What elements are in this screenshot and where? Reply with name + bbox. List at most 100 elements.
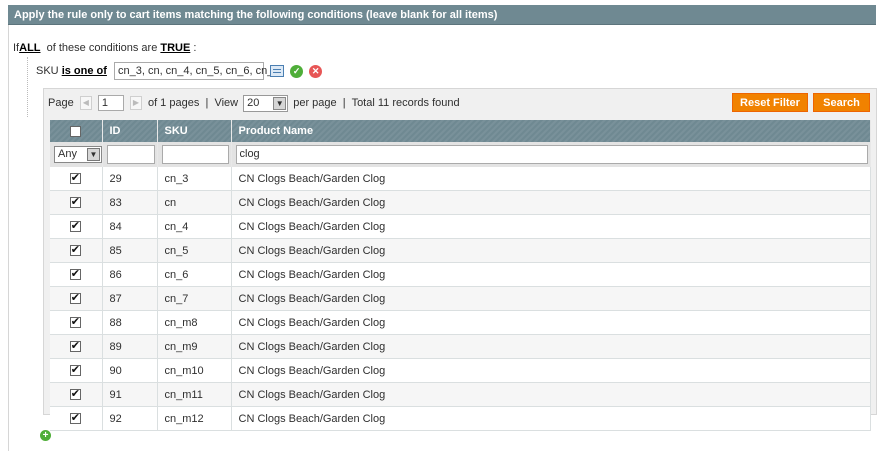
cell-sku: cn_m8 (157, 310, 232, 335)
per-page-select[interactable]: 20 ▼ (243, 94, 289, 112)
reset-filter-button[interactable]: Reset Filter (732, 93, 808, 112)
page-number-input[interactable]: 1 (97, 95, 124, 112)
row-checkbox[interactable] (69, 219, 81, 233)
cell-id: 90 (102, 358, 158, 383)
pager-separator-2: | (342, 97, 346, 109)
row-select-cell (50, 310, 103, 335)
search-button[interactable]: Search (813, 93, 870, 112)
cell-id: 89 (102, 334, 158, 359)
select-all-checkbox[interactable] (69, 125, 81, 137)
cell-product-name: CN Clogs Beach/Garden Clog (231, 334, 871, 359)
row-checkbox[interactable] (69, 243, 81, 257)
row-checkbox[interactable] (69, 411, 81, 425)
row-checkbox[interactable] (69, 267, 81, 281)
remove-icon[interactable]: ✕ (309, 64, 323, 78)
row-checkbox[interactable] (69, 363, 81, 377)
table-row[interactable]: 92cn_m12CN Clogs Beach/Garden Clog (50, 406, 871, 431)
row-select-cell (50, 190, 103, 215)
filter-row: Any ▼ clog (50, 142, 871, 167)
row-select-cell (50, 238, 103, 263)
row-select-cell (50, 167, 103, 191)
row-checkbox[interactable] (69, 291, 81, 305)
row-select-cell (50, 406, 103, 431)
cell-id: 92 (102, 406, 158, 431)
cell-id: 91 (102, 382, 158, 407)
cell-sku: cn_4 (157, 214, 232, 239)
cell-id: 83 (102, 190, 158, 215)
id-filter-input[interactable] (106, 145, 155, 164)
cell-sku: cn_m9 (157, 334, 232, 359)
cell-product-name: CN Clogs Beach/Garden Clog (231, 190, 871, 215)
chevron-down-icon: ▼ (87, 148, 100, 161)
cell-id: 29 (102, 167, 158, 191)
cell-product-name: CN Clogs Beach/Garden Clog (231, 262, 871, 287)
row-checkbox[interactable] (69, 195, 81, 209)
products-table: ID SKU Product Name Any▼ clog 29cn_3CN C… (50, 120, 871, 431)
condition-suffix: : (193, 42, 197, 54)
table-header-row: ID SKU Product Name (50, 120, 871, 142)
row-select-cell (50, 334, 103, 359)
records-count: Total 11 records found (351, 97, 460, 109)
sku-filter-input[interactable] (161, 145, 229, 164)
next-page-icon[interactable]: ▶ (129, 96, 142, 111)
cell-id: 88 (102, 310, 158, 335)
cell-sku: cn_m11 (157, 382, 232, 407)
sku-attribute-label: SKU (36, 65, 59, 77)
condition-aggregator-line: IfALL of these conditions are TRUE : (13, 40, 196, 56)
table-row[interactable]: 87cn_7CN Clogs Beach/Garden Clog (50, 286, 871, 311)
cell-sku: cn (157, 190, 232, 215)
value-link[interactable]: TRUE (160, 42, 190, 54)
table-row[interactable]: 84cn_4CN Clogs Beach/Garden Clog (50, 214, 871, 239)
row-checkbox[interactable] (69, 315, 81, 329)
cell-sku: cn_7 (157, 286, 232, 311)
cell-sku: cn_m12 (157, 406, 232, 431)
add-condition-icon[interactable]: + (40, 430, 51, 441)
section-header: Apply the rule only to cart items matchi… (8, 5, 876, 25)
cell-product-name: CN Clogs Beach/Garden Clog (231, 286, 871, 311)
in-products-filter-select[interactable]: Any ▼ (54, 146, 102, 163)
of-pages-text: of 1 pages (147, 97, 200, 109)
cell-sku: cn_m10 (157, 358, 232, 383)
table-row[interactable]: 85cn_5CN Clogs Beach/Garden Clog (50, 238, 871, 263)
column-header-id[interactable]: ID (102, 120, 158, 142)
chooser-icon[interactable] (270, 65, 285, 78)
cell-product-name: CN Clogs Beach/Garden Clog (231, 406, 871, 431)
column-header-sku[interactable]: SKU (157, 120, 232, 142)
select-all-header[interactable] (50, 120, 103, 142)
table-row[interactable]: 29cn_3CN Clogs Beach/Garden Clog (50, 167, 871, 191)
cell-id: 84 (102, 214, 158, 239)
page-label: Page (48, 97, 74, 109)
view-label: View (214, 97, 239, 109)
table-row[interactable]: 90cn_m10CN Clogs Beach/Garden Clog (50, 358, 871, 383)
row-checkbox[interactable] (69, 171, 81, 185)
row-select-cell (50, 286, 103, 311)
per-page-text: per page (293, 97, 337, 109)
cell-product-name: CN Clogs Beach/Garden Clog (231, 358, 871, 383)
table-row[interactable]: 86cn_6CN Clogs Beach/Garden Clog (50, 262, 871, 287)
row-checkbox[interactable] (69, 387, 81, 401)
cell-sku: cn_5 (157, 238, 232, 263)
table-row[interactable]: 83cnCN Clogs Beach/Garden Clog (50, 190, 871, 215)
cell-id: 87 (102, 286, 158, 311)
table-row[interactable]: 88cn_m8CN Clogs Beach/Garden Clog (50, 310, 871, 335)
grid-pager: Page ◀ 1 ▶ of 1 pages | View 20 ▼ per pag… (48, 94, 460, 112)
pager-separator: | (205, 97, 209, 109)
cell-product-name: CN Clogs Beach/Garden Clog (231, 310, 871, 335)
cell-sku: cn_6 (157, 262, 232, 287)
table-row[interactable]: 89cn_m9CN Clogs Beach/Garden Clog (50, 334, 871, 359)
sku-value-input[interactable]: cn_3, cn, cn_4, cn_5, cn_6, cn_ (113, 62, 273, 81)
cell-product-name: CN Clogs Beach/Garden Clog (231, 382, 871, 407)
operator-link[interactable]: is one of (62, 65, 107, 77)
cell-sku: cn_3 (157, 167, 232, 191)
row-checkbox[interactable] (69, 339, 81, 353)
cell-product-name: CN Clogs Beach/Garden Clog (231, 167, 871, 191)
aggregator-link[interactable]: ALL (19, 42, 40, 54)
column-header-name[interactable]: Product Name (231, 120, 871, 142)
cell-product-name: CN Clogs Beach/Garden Clog (231, 214, 871, 239)
prev-page-icon[interactable]: ◀ (79, 96, 92, 111)
in-products-filter-value: Any (58, 148, 77, 160)
name-filter-input[interactable]: clog (235, 145, 868, 164)
apply-check-icon[interactable]: ✓ (290, 64, 304, 78)
table-row[interactable]: 91cn_m11CN Clogs Beach/Garden Clog (50, 382, 871, 407)
cell-product-name: CN Clogs Beach/Garden Clog (231, 238, 871, 263)
